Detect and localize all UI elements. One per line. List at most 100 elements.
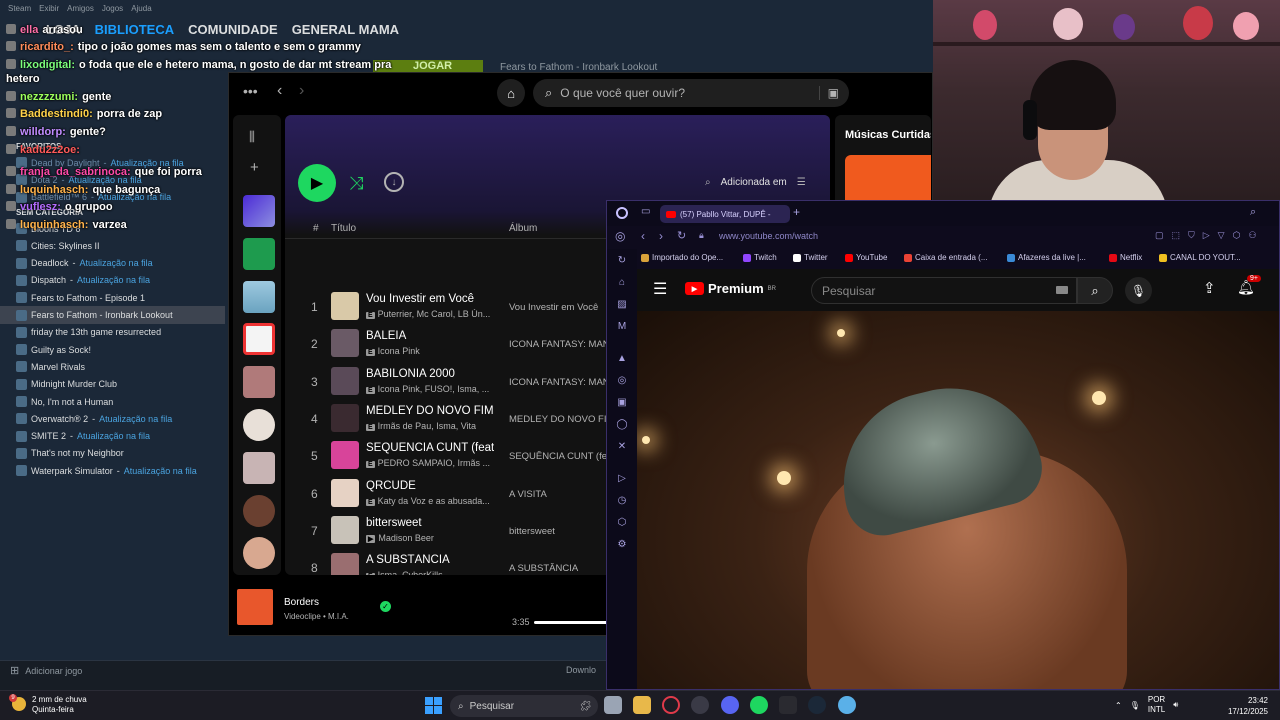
shuffle-icon[interactable]: ⤨ xyxy=(349,173,363,194)
track-title[interactable]: Vou Investir em Você xyxy=(366,293,494,305)
spotify-search-input[interactable]: ⌕ O que você quer ouvir? ▣ xyxy=(533,79,849,107)
epic-icon[interactable] xyxy=(779,696,797,714)
menu-item[interactable]: Jogos xyxy=(102,4,123,18)
bookmark-item[interactable]: Caixa de entrada (... xyxy=(904,253,987,262)
library-icon[interactable]: ⫼ xyxy=(249,129,255,145)
search-tabs-icon[interactable]: ⌕ xyxy=(1250,206,1256,219)
weather-widget[interactable]: 9 2 mm de chuva Quinta-feira xyxy=(9,694,87,715)
youtube-search-input[interactable]: Pesquisar xyxy=(811,277,1077,304)
back-arrow-icon[interactable]: ‹ xyxy=(277,82,282,100)
spotify-icon[interactable] xyxy=(750,696,768,714)
opera-gx-icon[interactable] xyxy=(662,696,680,714)
library-game-item[interactable]: Waterpark Simulator - Atualização na fila xyxy=(0,462,225,479)
home-button[interactable]: ⌂ xyxy=(497,79,525,107)
nav-tab[interactable]: GENERAL MAMA xyxy=(292,22,399,37)
whatsapp-icon[interactable]: ◯ xyxy=(616,419,628,431)
tab-youtube[interactable]: (57) Pabllo Vittar, DUPÊ - xyxy=(660,205,790,223)
menu-item[interactable]: Amigos xyxy=(67,4,94,18)
library-game-item[interactable]: Cities: Skylines II xyxy=(0,237,225,254)
aria-icon[interactable]: ⌂ xyxy=(616,277,628,289)
taskbar-search[interactable]: ⌕ Pesquisar 🧩︎ xyxy=(450,695,598,717)
progress-bar[interactable] xyxy=(534,621,614,624)
bookmark-item[interactable]: Afazeres da live |... xyxy=(1007,253,1086,262)
now-playing-title[interactable]: Borders xyxy=(284,597,319,608)
discord-icon[interactable] xyxy=(721,696,739,714)
artist-tile[interactable] xyxy=(243,495,275,527)
track-artist[interactable]: E Puterrier, Mc Carol, LB Ún... xyxy=(366,309,492,319)
your-episodes-tile[interactable] xyxy=(243,238,275,270)
track-artist[interactable]: E PEDRO SAMPAIO, Irmãs ... xyxy=(366,458,492,469)
liked-songs-tile[interactable] xyxy=(243,195,275,227)
add-game-button[interactable]: ⊞ Adicionar jogo xyxy=(10,664,82,677)
bookmark-item[interactable]: Twitter xyxy=(793,253,828,262)
forward-icon[interactable]: › xyxy=(659,229,663,243)
youtube-premium-logo[interactable]: ▶ Premium BR xyxy=(685,281,776,296)
player-icon[interactable]: ▷ xyxy=(616,473,628,485)
track-album[interactable]: SEQUÊNCIA CUNT (feat xyxy=(509,451,609,462)
extensions-icon[interactable]: ⬡ xyxy=(616,517,628,529)
new-tab-icon[interactable]: + xyxy=(793,205,800,219)
track-title[interactable]: SEQUÊNCIA CUNT (feat. ... xyxy=(366,442,494,454)
clock-icon[interactable]: ◷ xyxy=(616,495,628,507)
track-album[interactable]: MEDLEY DO NOVO FIM xyxy=(509,414,609,425)
x-icon[interactable]: ✕ xyxy=(616,441,628,453)
bookmark-item[interactable]: CANAL DO YOUT... xyxy=(1159,253,1241,262)
more-options-icon[interactable]: ••• xyxy=(243,83,258,99)
app-icon[interactable] xyxy=(838,696,856,714)
library-game-item[interactable]: SMITE 2- Atualização na fila xyxy=(0,427,225,444)
bookmark-item[interactable]: Netflix xyxy=(1109,253,1142,262)
track-artist[interactable]: E Icona Pink xyxy=(366,346,492,357)
track-album[interactable]: ICONA FANTASY: MANI xyxy=(509,377,609,388)
library-game-item[interactable]: No, I'm not a Human xyxy=(0,393,225,410)
twitch-icon[interactable]: ▣ xyxy=(616,397,628,409)
saved-check-icon[interactable]: ✓ xyxy=(380,601,391,612)
now-playing-artist[interactable]: Videoclipe • M.I.A. xyxy=(284,612,349,621)
history-icon[interactable]: ↻ xyxy=(616,255,628,267)
messenger-icon[interactable]: M xyxy=(616,321,628,333)
browse-icon[interactable]: ▣ xyxy=(818,86,839,100)
task-view-icon[interactable] xyxy=(604,696,622,714)
forward-arrow-icon[interactable]: › xyxy=(299,82,304,100)
library-game-item[interactable]: That's not my Neighbor xyxy=(0,445,225,462)
library-game-item[interactable]: Midnight Murder Club xyxy=(0,376,225,393)
track-album[interactable]: ICONA FANTASY: MANI xyxy=(509,339,609,350)
library-game-item[interactable]: Marvel Rivals xyxy=(0,358,225,375)
youtube-search-button[interactable]: ⌕ xyxy=(1077,277,1113,304)
track-title[interactable]: QRCUDE xyxy=(366,480,494,492)
library-game-item[interactable]: Dispatch - Atualização na fila xyxy=(0,272,225,289)
tab-menu-icon[interactable]: ▭ xyxy=(641,206,650,217)
track-album[interactable]: bittersweet xyxy=(509,526,609,537)
create-plus-icon[interactable]: + xyxy=(250,159,259,176)
keyboard-icon[interactable] xyxy=(1056,286,1068,294)
downloads-label[interactable]: Downlo xyxy=(566,665,596,675)
language-indicator[interactable]: POR INTL xyxy=(1148,695,1165,715)
library-game-item[interactable]: Guilty as Sock! xyxy=(0,341,225,358)
address-tools-icons[interactable]: ▢⬚⛉▷▽⬡⚇ xyxy=(1155,230,1265,241)
video-player[interactable] xyxy=(637,311,1279,689)
menu-item[interactable]: Exibir xyxy=(39,4,59,18)
library-game-item[interactable]: Overwatch® 2- Atualização na fila xyxy=(0,410,225,427)
voice-search-button[interactable]: 🎙︎ xyxy=(1125,277,1152,304)
search-icon[interactable]: ⌕ xyxy=(705,177,711,188)
whatsapp-side-icon[interactable]: ◎ xyxy=(615,229,625,243)
artist-tile[interactable] xyxy=(243,409,275,441)
clock[interactable]: 23:42 17/12/2025 xyxy=(1226,695,1268,717)
nav-tab[interactable]: BIBLIOTECA xyxy=(95,22,174,37)
url-field[interactable]: www.youtube.com/watch xyxy=(719,231,818,241)
library-game-item[interactable]: friday the 13th game resurrected xyxy=(0,324,225,341)
nav-tab[interactable]: COMUNIDADE xyxy=(188,22,278,37)
start-button[interactable] xyxy=(425,697,442,714)
hamburger-menu-icon[interactable]: ☰ xyxy=(653,279,667,299)
download-icon[interactable]: ↓ xyxy=(384,172,404,192)
obs-icon[interactable] xyxy=(691,696,709,714)
track-album[interactable]: A VISITA xyxy=(509,489,609,500)
playlist-tile[interactable] xyxy=(243,323,275,355)
menu-item[interactable]: Ajuda xyxy=(131,4,151,18)
track-title[interactable]: bittersweet xyxy=(366,517,494,529)
file-explorer-icon[interactable] xyxy=(633,696,651,714)
library-game-item[interactable]: Fears to Fathom - Episode 1 xyxy=(0,289,225,306)
track-artist[interactable]: E Icona Pink, FUSO!, Isma, ... xyxy=(366,384,492,394)
track-title[interactable]: MEDLEY DO NOVO FIM xyxy=(366,405,494,417)
playlist-tile[interactable] xyxy=(243,281,275,313)
mic-icon[interactable]: 🎙︎ xyxy=(1130,701,1140,710)
